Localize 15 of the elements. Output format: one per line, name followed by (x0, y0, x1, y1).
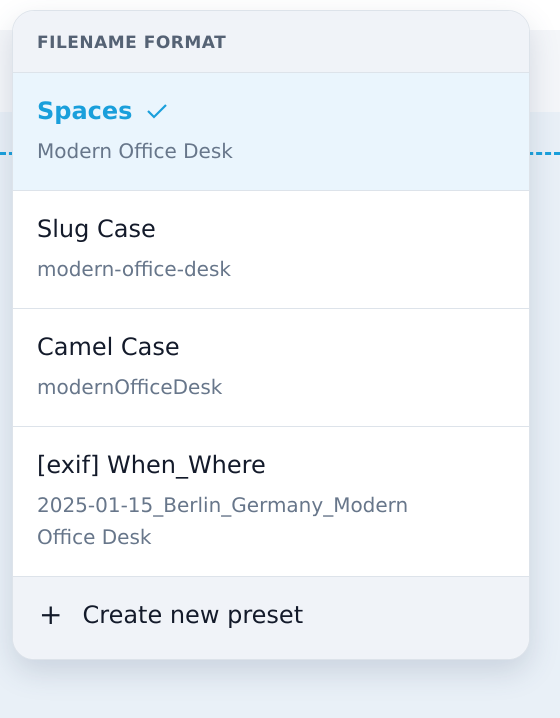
menu-title: FILENAME FORMAT (13, 11, 529, 73)
option-example: Modern Office Desk (37, 138, 234, 165)
option-example: modern-office-desk (37, 256, 232, 283)
option-example: modernOfficeDesk (37, 374, 224, 401)
check-icon (146, 103, 168, 119)
option-example: 2025-01-15_Berlin_Germany_Modern Office Desk (37, 492, 410, 551)
option-name: Slug Case (37, 215, 156, 243)
option-name: Camel Case (37, 333, 180, 361)
option-name: [exif] When_Where (37, 451, 266, 479)
menu-option[interactable]: Spaces Modern Office Desk (13, 73, 529, 191)
menu-option[interactable]: Camel Case modernOfficeDesk (13, 309, 529, 427)
create-preset-button[interactable]: + Create new preset (13, 577, 529, 659)
menu-option[interactable]: [exif] When_Where 2025-01-15_Berlin_Germany_Modern Office Desk (13, 427, 529, 577)
menu-option[interactable]: Slug Case modern-office-desk (13, 191, 529, 309)
option-name: Spaces (37, 97, 132, 125)
